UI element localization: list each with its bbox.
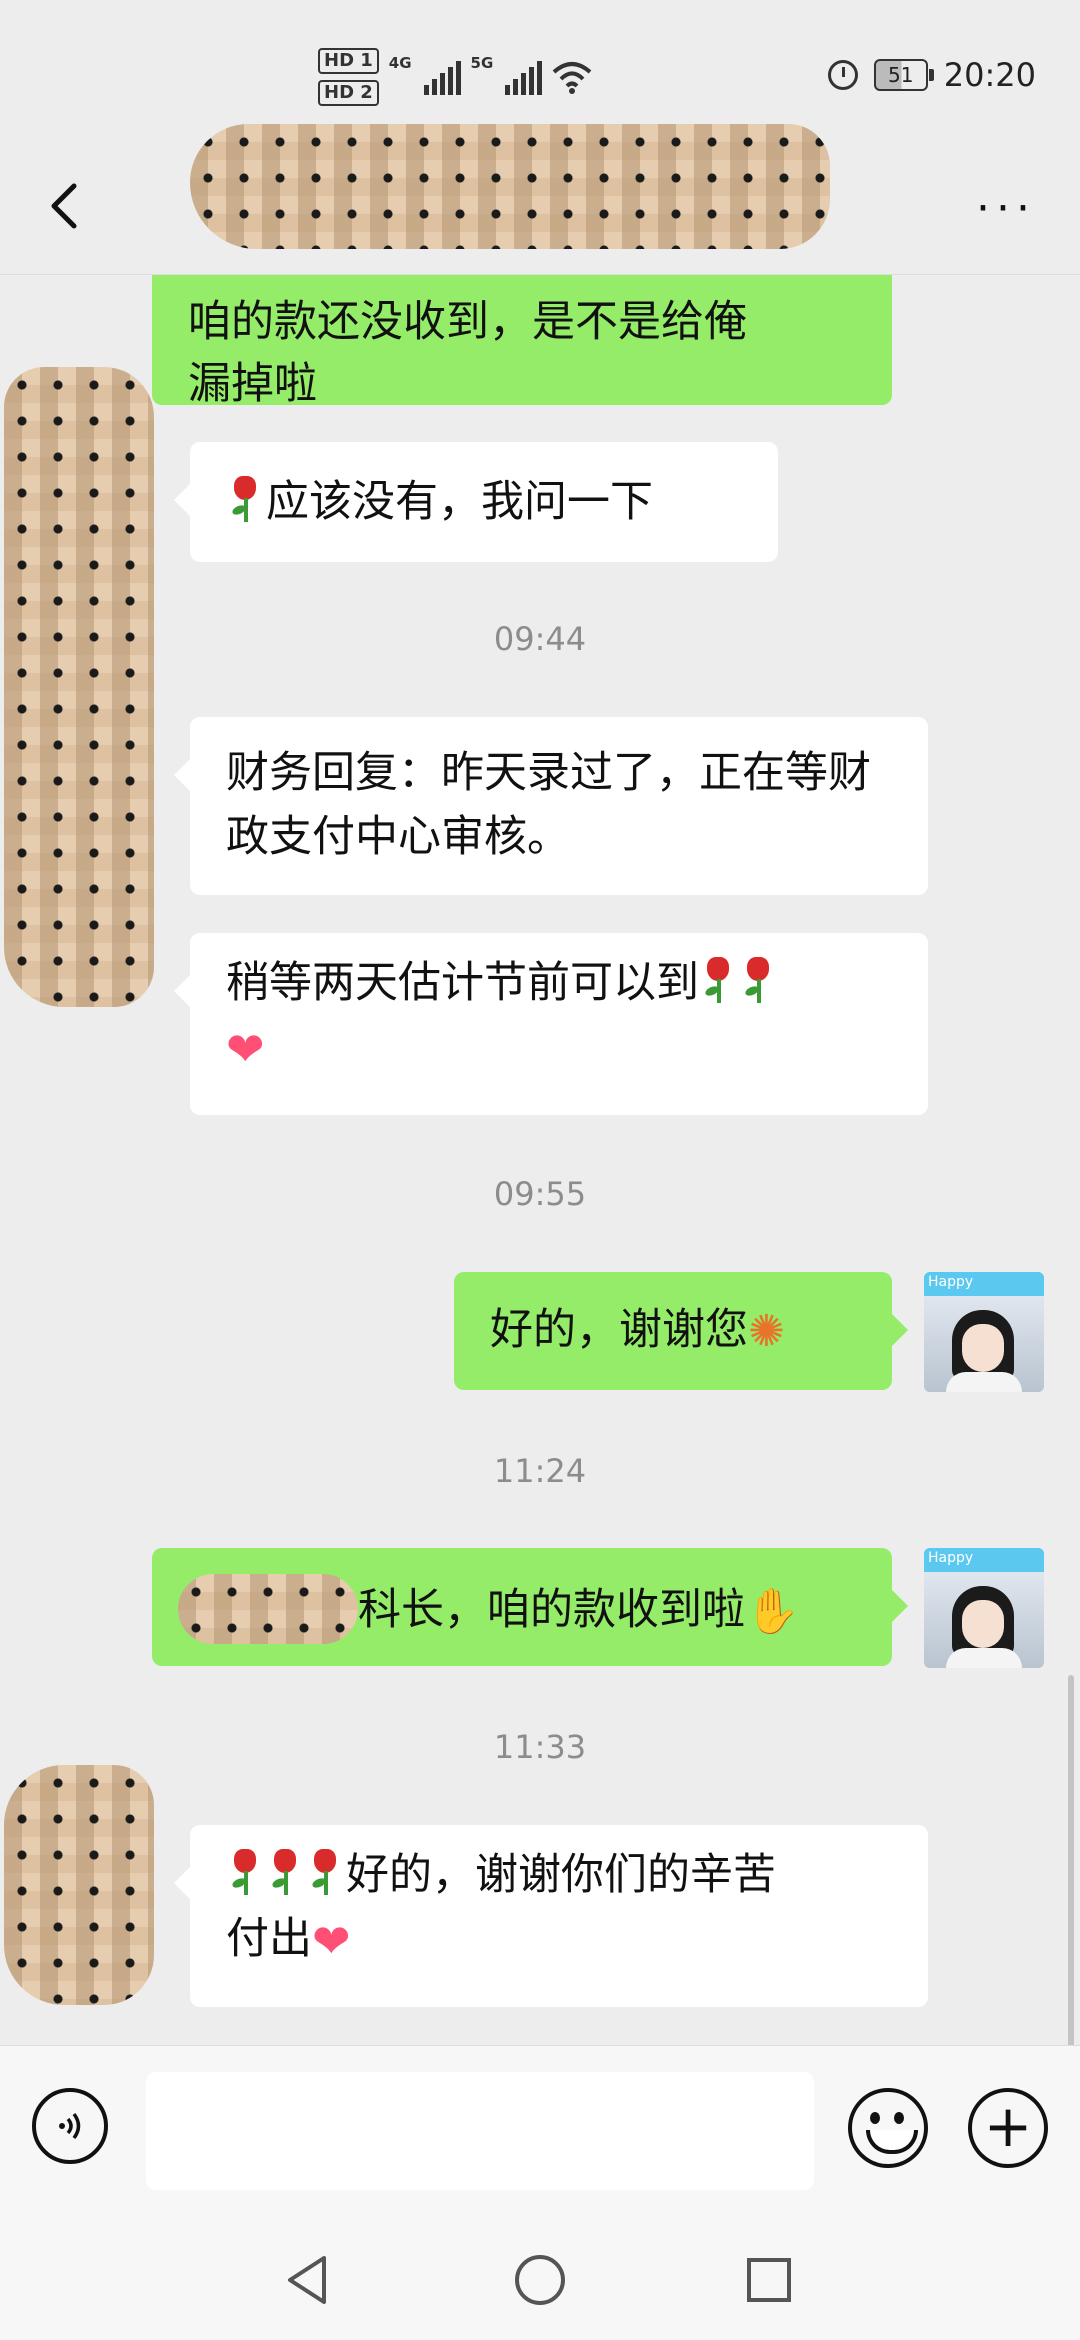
rose-emoji-icon xyxy=(228,1847,264,1897)
rose-emoji-icon xyxy=(308,1847,344,1897)
my-avatar[interactable]: Happy xyxy=(924,1272,1044,1392)
network-type-2: 5G xyxy=(470,54,494,72)
avatar-banner-text: Happy xyxy=(928,1274,974,1290)
sim-badges: HD 1 HD 2 xyxy=(318,48,379,106)
scrollbar-thumb[interactable] xyxy=(1068,1675,1074,2045)
contact-avatar-redacted xyxy=(4,1765,154,2005)
message-input[interactable] xyxy=(146,2072,814,2190)
message-text: 财务回复：昨天录过了，正在等财政支付中心审核。 xyxy=(226,748,871,862)
timestamp: 09:55 xyxy=(493,1175,587,1213)
timestamp: 11:24 xyxy=(493,1452,587,1490)
message-text: 稍等两天估计节前可以到 xyxy=(226,958,699,1008)
clapping-hands-emoji-icon: ✋ xyxy=(745,1586,800,1637)
chevron-left-icon[interactable] xyxy=(38,176,98,236)
message-text-line: 付出 xyxy=(226,1914,312,1964)
message-text: 科长，咱的款收到啦 xyxy=(358,1585,745,1635)
message-bubble-outgoing[interactable]: 好的，谢谢您✺ xyxy=(454,1272,908,1390)
rose-emoji-icon xyxy=(228,474,264,524)
signal-icon-2 xyxy=(505,59,543,95)
status-right: 51 20:20 xyxy=(827,56,1036,94)
message-text-line: 咱的款还没收到，是不是给俺 xyxy=(188,297,747,347)
sim2-badge: HD 2 xyxy=(318,80,379,106)
message-bubble-outgoing[interactable]: 咱的款还没收到，是不是给俺 漏掉啦 xyxy=(152,275,892,409)
network-type-1: 4G xyxy=(388,54,412,72)
rose-emoji-icon xyxy=(268,1847,304,1897)
message-text: 应该没有，我问一下 xyxy=(266,477,653,527)
timestamp: 09:44 xyxy=(493,620,587,658)
message-list[interactable]: 咱的款还没收到，是不是给俺 漏掉啦 应该没有，我问一下 09:44 财务回复：昨… xyxy=(0,275,1080,2045)
rose-emoji-icon xyxy=(701,955,737,1005)
my-avatar[interactable]: Happy xyxy=(924,1548,1044,1668)
more-dots-icon[interactable]: ··· xyxy=(976,187,1036,231)
smiley-icon[interactable] xyxy=(848,2088,928,2168)
heart-emoji-icon: ❤ xyxy=(226,1022,265,1076)
chat-title-redacted xyxy=(190,124,830,249)
fireworks-emoji-icon: ✺ xyxy=(748,1306,785,1357)
message-bubble-incoming[interactable]: 应该没有，我问一下 xyxy=(174,442,778,562)
rose-emoji-icon xyxy=(741,955,777,1005)
message-bubble-incoming[interactable]: 好的，谢谢你们的辛苦 付出❤ xyxy=(174,1825,928,2007)
nav-home-icon[interactable] xyxy=(512,2250,568,2310)
network-indicators: HD 1 HD 2 4G 5G xyxy=(318,48,592,106)
message-text-line: 好的，谢谢你们的辛苦 xyxy=(346,1850,776,1900)
message-text-line: 漏掉啦 xyxy=(188,359,317,409)
system-nav-bar xyxy=(0,2250,1080,2340)
message-text: 好的，谢谢您 xyxy=(490,1305,748,1355)
message-bubble-incoming[interactable]: 稍等两天估计节前可以到 ❤ xyxy=(174,933,928,1115)
contact-avatar-redacted xyxy=(4,367,154,1007)
heart-emoji-icon: ❤ xyxy=(312,1914,351,1968)
name-redacted xyxy=(178,1574,358,1644)
message-bubble-incoming[interactable]: 财务回复：昨天录过了，正在等财政支付中心审核。 xyxy=(174,717,928,895)
sim1-badge: HD 1 xyxy=(318,48,379,74)
voice-icon[interactable] xyxy=(32,2088,108,2164)
clock: 20:20 xyxy=(943,56,1036,94)
message-bubble-outgoing[interactable]: 科长，咱的款收到啦✋ xyxy=(152,1548,908,1666)
nav-recents-icon[interactable] xyxy=(744,2250,794,2310)
nav-back-icon[interactable] xyxy=(282,2250,332,2310)
alarm-icon xyxy=(827,60,858,90)
signal-icon-1 xyxy=(423,59,461,95)
input-bar: + xyxy=(0,2045,1080,2251)
wifi-icon xyxy=(552,62,592,94)
battery-icon: 51 xyxy=(873,59,934,91)
timestamp: 11:33 xyxy=(493,1728,587,1766)
avatar-banner-text: Happy xyxy=(928,1550,974,1566)
plus-icon[interactable]: + xyxy=(968,2088,1048,2168)
